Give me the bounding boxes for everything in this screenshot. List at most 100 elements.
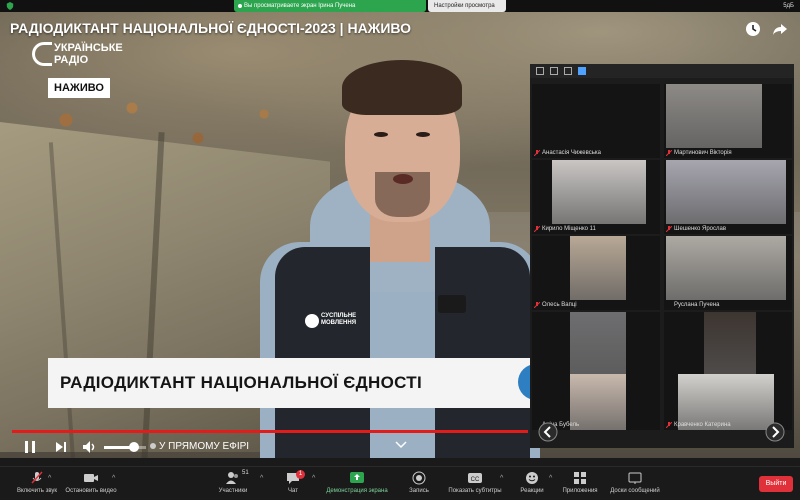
minimize-icon[interactable] (536, 67, 544, 75)
arrow-right-icon[interactable] (765, 422, 785, 442)
status-text: 5дБ (783, 3, 794, 9)
chat-label: Чат (288, 488, 298, 494)
caret-up-icon[interactable]: ^ (312, 475, 315, 482)
watch-later-icon[interactable] (745, 21, 761, 37)
video-progress-fill (12, 430, 528, 433)
participant-name: Кравченко Катерина (666, 421, 731, 429)
participant-name: Олесь Вапці (534, 301, 577, 309)
participant-tile[interactable]: Мартинович Вікторія (664, 84, 792, 158)
participant-name-text: Руслана Пучена (674, 302, 720, 308)
volume-slider[interactable] (104, 442, 146, 452)
apps-grid-icon (574, 472, 586, 484)
participant-name-text: Кирило Міщенко 11 (542, 226, 596, 232)
participant-name-text: Кравченко Катерина (674, 422, 731, 428)
presenter-vest (435, 247, 530, 458)
muted-mic-icon (666, 150, 672, 156)
gallery-view-icon[interactable] (578, 67, 586, 75)
participant-tile[interactable]: Анастасія Чижевська (532, 84, 660, 158)
channel-logo-text: УКРАЇНСЬКЕ РАДІО (54, 42, 123, 66)
channel-logo: УКРАЇНСЬКЕ РАДІО (32, 42, 142, 68)
channel-logo-mark-icon (32, 42, 52, 66)
share-banner: Вы просматриваете экран Ірина Пучена Нас… (0, 0, 800, 12)
caret-up-icon[interactable]: ^ (112, 475, 115, 482)
stop-video-button[interactable]: ^ Остановить видео (56, 470, 126, 500)
live-indicator-label: У ПРЯМОМУ ЕФІРІ (159, 441, 250, 452)
chat-badge: 1 (296, 470, 305, 479)
participant-name-text: Анастасія Чижевська (542, 150, 601, 156)
participant-video (570, 236, 626, 300)
participants-count: 51 (242, 470, 249, 476)
view-options-button[interactable]: Настройки просмотра (428, 0, 506, 12)
share-screen-button[interactable]: Демонстрация экрана (322, 470, 392, 500)
reactions-icon (526, 472, 538, 484)
next-icon[interactable] (54, 440, 68, 454)
vest-logo: СУСПІЛЬНЕ МОВЛЕННЯ (305, 312, 365, 336)
screen-share-indicator[interactable]: Вы просматриваете экран Ірина Пучена (234, 0, 426, 12)
gallery-toolbar (530, 64, 794, 78)
participant-name-text: Шешенко Ярослав (674, 226, 727, 232)
notes-button[interactable]: Доски сообщений (600, 470, 670, 500)
presenter-eye (374, 132, 388, 137)
participant-name: Анастасія Чижевська (534, 149, 601, 157)
captions-icon: CC (468, 473, 482, 483)
leave-button[interactable]: Выйти (759, 476, 793, 492)
screen: Вы просматриваете экран Ірина Пучена Нас… (0, 0, 800, 500)
chevron-down-icon[interactable] (395, 440, 407, 450)
participant-video (552, 160, 646, 224)
participant-name-text: Мартинович Вікторія (674, 150, 732, 156)
pause-icon[interactable] (22, 440, 38, 454)
muted-mic-icon (534, 226, 540, 232)
share-screen-icon (350, 472, 364, 483)
muted-mic-icon (534, 302, 540, 308)
meeting-toolbar: ^ Включить звук ^ Остановить видео 51 ^ … (0, 466, 800, 500)
live-dot-icon (150, 443, 156, 450)
presenter-hair (342, 60, 462, 115)
view-options-label: Настройки просмотра (434, 3, 495, 9)
svg-text:CC: CC (471, 477, 480, 483)
vest-logo-text: СУСПІЛЬНЕ МОВЛЕННЯ (321, 313, 357, 326)
muted-mic-icon (31, 471, 43, 484)
participant-name: Кирило Міщенко 11 (534, 225, 596, 233)
vest-logo-mark-icon (305, 314, 319, 328)
stop-video-label: Остановить видео (65, 488, 117, 494)
share-arrow-icon[interactable] (772, 21, 788, 37)
whiteboard-icon (628, 472, 642, 484)
participant-tile[interactable]: Шешенко Ярослав (664, 160, 792, 234)
share-dot-icon (238, 4, 242, 8)
notes-label: Доски сообщений (610, 488, 660, 494)
stream-title[interactable]: РАДІОДИКТАНТ НАЦІОНАЛЬНОЇ ЄДНОСТІ-2023 |… (10, 20, 411, 36)
participant-video (666, 84, 762, 148)
share-indicator-text: Вы просматриваете экран Ірина Пучена (244, 3, 356, 9)
participant-name: Мартинович Вікторія (666, 149, 732, 157)
muted-mic-icon (666, 226, 672, 232)
video-progress-bar[interactable] (12, 430, 528, 433)
participant-tile[interactable]: Руслана Пучена (664, 236, 792, 310)
participant-video (666, 160, 786, 224)
arrow-left-icon[interactable] (538, 422, 558, 442)
participants-icon (226, 472, 238, 484)
participant-name: Руслана Пучена (666, 301, 720, 309)
live-indicator[interactable]: У ПРЯМОМУ ЕФІРІ (150, 441, 249, 452)
shield-icon (6, 2, 14, 10)
share-screen-label: Демонстрация экрана (326, 488, 388, 494)
presenter-mouth (393, 174, 413, 184)
video-camera-icon (84, 474, 98, 482)
muted-mic-icon (666, 422, 672, 428)
participant-video (704, 312, 756, 376)
lower-third-text: РАДІОДИКТАНТ НАЦІОНАЛЬНОЇ ЄДНОСТІ (60, 373, 422, 392)
live-badge: НАЖИВО (48, 78, 110, 98)
speaker-view-icon[interactable] (564, 67, 572, 75)
muted-mic-icon (534, 150, 540, 156)
participant-name: Шешенко Ярослав (666, 225, 726, 233)
lapel-mic-icon (438, 295, 466, 313)
record-icon (412, 471, 426, 485)
caret-up-icon[interactable]: ^ (48, 475, 51, 482)
participant-name-text: Олесь Вапці (542, 302, 577, 308)
layout-icon[interactable] (550, 67, 558, 75)
participant-tile[interactable]: Олесь Вапці (532, 236, 660, 310)
participant-tile[interactable]: Кирило Міщенко 11 (532, 160, 660, 234)
presenter-vest (275, 247, 370, 458)
chat-button[interactable]: 1 ^ Чат (258, 470, 328, 500)
participant-video (666, 236, 786, 300)
volume-icon[interactable] (82, 440, 98, 454)
